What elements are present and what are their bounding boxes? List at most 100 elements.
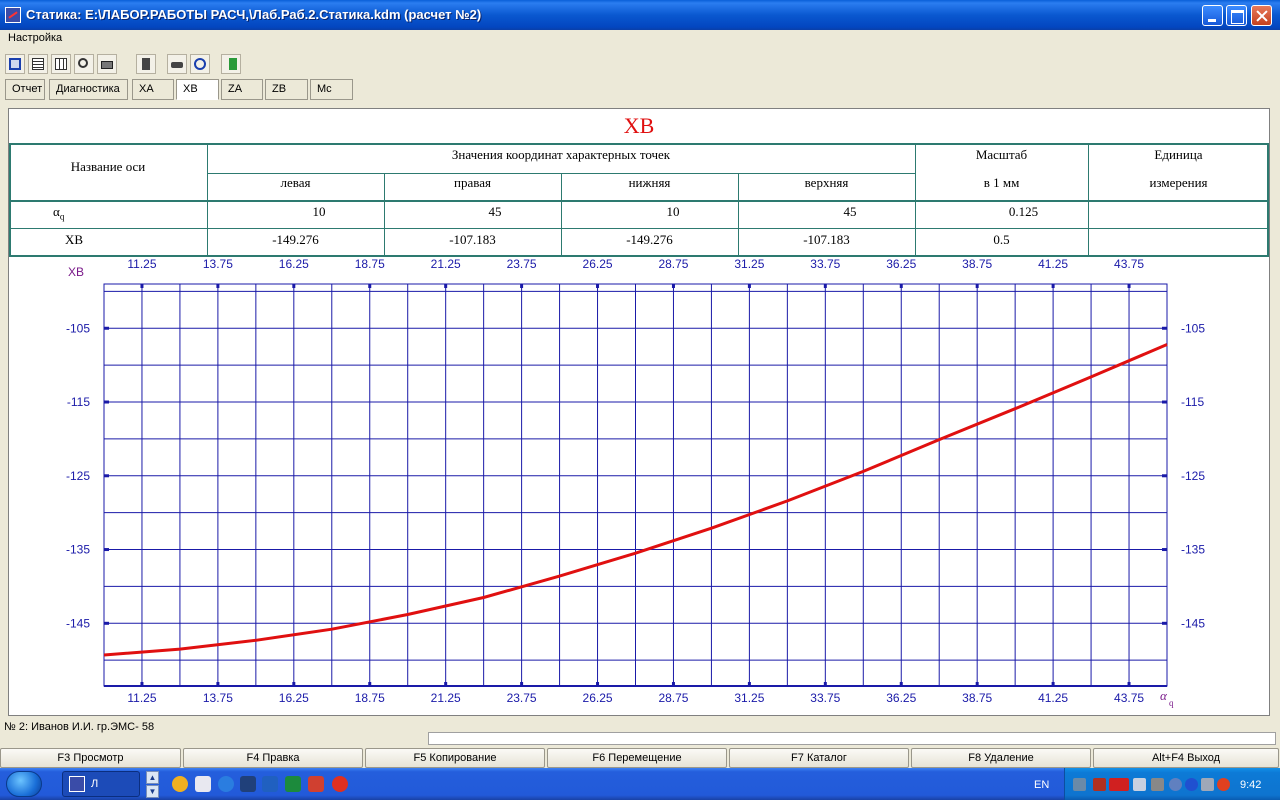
x-tick-label-top: 11.25 [127,257,156,271]
word-icon[interactable] [262,776,278,792]
tray-icon[interactable] [1093,778,1106,791]
y-axis-label: XB [68,265,84,279]
tray-icon[interactable] [1169,778,1182,791]
save-icon[interactable] [5,54,25,74]
unit-header-sub: измерения [1149,175,1208,190]
table-icon[interactable] [28,54,48,74]
x-tick-label-top: 26.25 [583,257,613,271]
copyright-icon[interactable] [190,54,210,74]
coords-header: Значения координат характерных точек [451,147,671,162]
y-tick-label-left: -135 [66,543,90,557]
tab-mc[interactable]: Mc [310,79,353,100]
title-bar[interactable]: Статика: E:\ЛАБОР.РАБОТЫ РАСЧ,\Лаб.Раб.2… [0,0,1280,30]
x-axis-label: α [1160,688,1168,703]
zoom-icon[interactable] [74,54,94,74]
print-icon[interactable] [97,54,117,74]
x-tick-label-top: 13.75 [203,257,233,271]
subheader-right: правая [454,175,491,190]
x-tick-label-top: 41.25 [1038,257,1068,271]
x-tick-label-top: 16.25 [279,257,309,271]
f8-delete-button[interactable]: F8 Удаление [911,748,1091,768]
f4-edit-button[interactable]: F4 Правка [183,748,363,768]
subheader-left: левая [280,175,311,190]
tab-report[interactable]: Отчет [5,79,45,100]
app-icon[interactable] [5,7,21,23]
tab-diagnostics[interactable]: Диагностика [49,79,128,100]
tray-icon[interactable] [1217,778,1230,791]
language-indicator[interactable]: EN [1034,779,1049,791]
scale-header-sub: в 1 мм [983,175,1020,190]
x-tick-label-top: 36.25 [886,257,916,271]
tab-zb[interactable]: ZB [265,79,308,100]
exit-icon[interactable] [221,54,241,74]
maximize-button[interactable] [1226,5,1247,26]
calculator-icon[interactable] [136,54,156,74]
y-tick-label-left: -145 [66,616,90,630]
tab-za[interactable]: ZA [221,79,263,100]
tab-xb[interactable]: XB [176,79,219,100]
car-icon[interactable] [167,54,187,74]
ie-icon[interactable] [218,776,234,792]
xb-chart: 11.25 11.25 13.75 13.75 16.25 16.25 18.75 18.75… [0,254,1280,714]
f3-view-button[interactable]: F3 Просмотр [0,748,181,768]
x-tick-label-bottom: 33.75 [810,691,840,705]
quicklaunch-icon[interactable] [172,776,188,792]
chevron-up-icon[interactable]: ▲ [146,771,159,784]
window-title: Статика: E:\ЛАБОР.РАБОТЫ РАСЧ,\Лаб.Раб.2… [26,7,482,22]
y-tick-label-right: -125 [1181,469,1205,483]
quicklaunch-icon[interactable] [240,776,256,792]
bluetooth-icon[interactable] [1185,778,1198,791]
x-tick-label-top: 38.75 [962,257,992,271]
x-tick-label-bottom: 28.75 [658,691,688,705]
minimize-button[interactable] [1202,5,1223,26]
x-tick-label-bottom: 13.75 [203,691,233,705]
exit-button[interactable]: Alt+F4 Выход [1093,748,1279,768]
table-cell: -149.276 [626,232,673,247]
x-tick-label-top: 21.25 [431,257,461,271]
table-cell: 0.5 [993,232,1010,247]
subheader-top: верхняя [804,175,849,190]
f6-move-button[interactable]: F6 Перемещение [547,748,727,768]
chart-svg: 11.25 11.25 13.75 13.75 16.25 16.25 18.75 18.75… [66,257,1205,708]
x-tick-label-bottom: 16.25 [279,691,309,705]
x-tick-label-bottom: 18.75 [355,691,385,705]
close-button[interactable] [1251,5,1272,26]
row-name-alpha: αq [53,204,65,222]
quicklaunch-icon[interactable] [332,776,348,792]
quicklaunch-icon[interactable] [308,776,324,792]
y-tick-label-left: -125 [66,469,90,483]
status-field [428,732,1276,745]
table-cell: -107.183 [803,232,850,247]
x-tick-label-bottom: 31.25 [734,691,764,705]
x-axis-label-sub: q [1169,698,1174,708]
x-tick-label-bottom: 43.75 [1114,691,1144,705]
function-keys-bar: F3 Просмотр F4 Правка F5 Копирование F6 … [0,748,1280,768]
axis-name-header: Название оси [70,159,146,174]
start-button[interactable] [6,771,42,797]
x-tick-label-bottom: 38.75 [962,691,992,705]
tray-icon[interactable] [1201,778,1214,791]
network-icon[interactable] [1073,778,1086,791]
clock[interactable]: 9:42 [1240,779,1261,791]
y-tick-label-left: -105 [66,321,90,335]
f7-catalog-button[interactable]: F7 Каталог [729,748,909,768]
status-bar: № 2: Иванов И.И. гр.ЭМС- 58 [0,718,1280,746]
table-cell: -149.276 [272,232,319,247]
unit-header: Единица [1154,147,1203,162]
grid-icon[interactable] [51,54,71,74]
x-tick-label-top: 31.25 [734,257,764,271]
excel-icon[interactable] [285,776,301,792]
taskbar-app-button[interactable]: Л [62,771,140,797]
f5-copy-button[interactable]: F5 Копирование [365,748,545,768]
quicklaunch-icon[interactable] [195,776,211,792]
x-tick-label-bottom: 36.25 [886,691,916,705]
tray-icon[interactable] [1151,778,1164,791]
menu-settings[interactable]: Настройка [8,32,62,44]
ati-icon[interactable] [1109,778,1129,791]
taskbar-app-label: Л [91,778,99,790]
x-tick-label-top: 18.75 [355,257,385,271]
tab-xa[interactable]: XA [132,79,174,100]
y-tick-label-right: -135 [1181,543,1205,557]
volume-icon[interactable] [1133,778,1146,791]
chevron-down-icon[interactable]: ▼ [146,785,159,798]
